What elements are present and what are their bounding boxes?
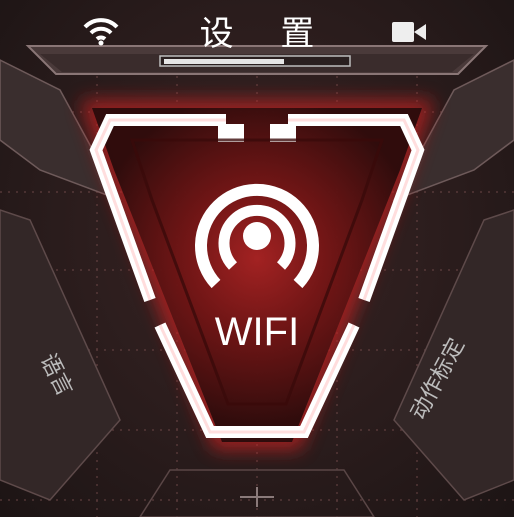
settings-screen: 设 置 WIFI 语言 动作标定 [0, 0, 514, 517]
wireless-broadcast-icon[interactable] [186, 166, 328, 292]
video-camera-icon [392, 22, 426, 42]
page-title: 设 置 [199, 14, 333, 54]
